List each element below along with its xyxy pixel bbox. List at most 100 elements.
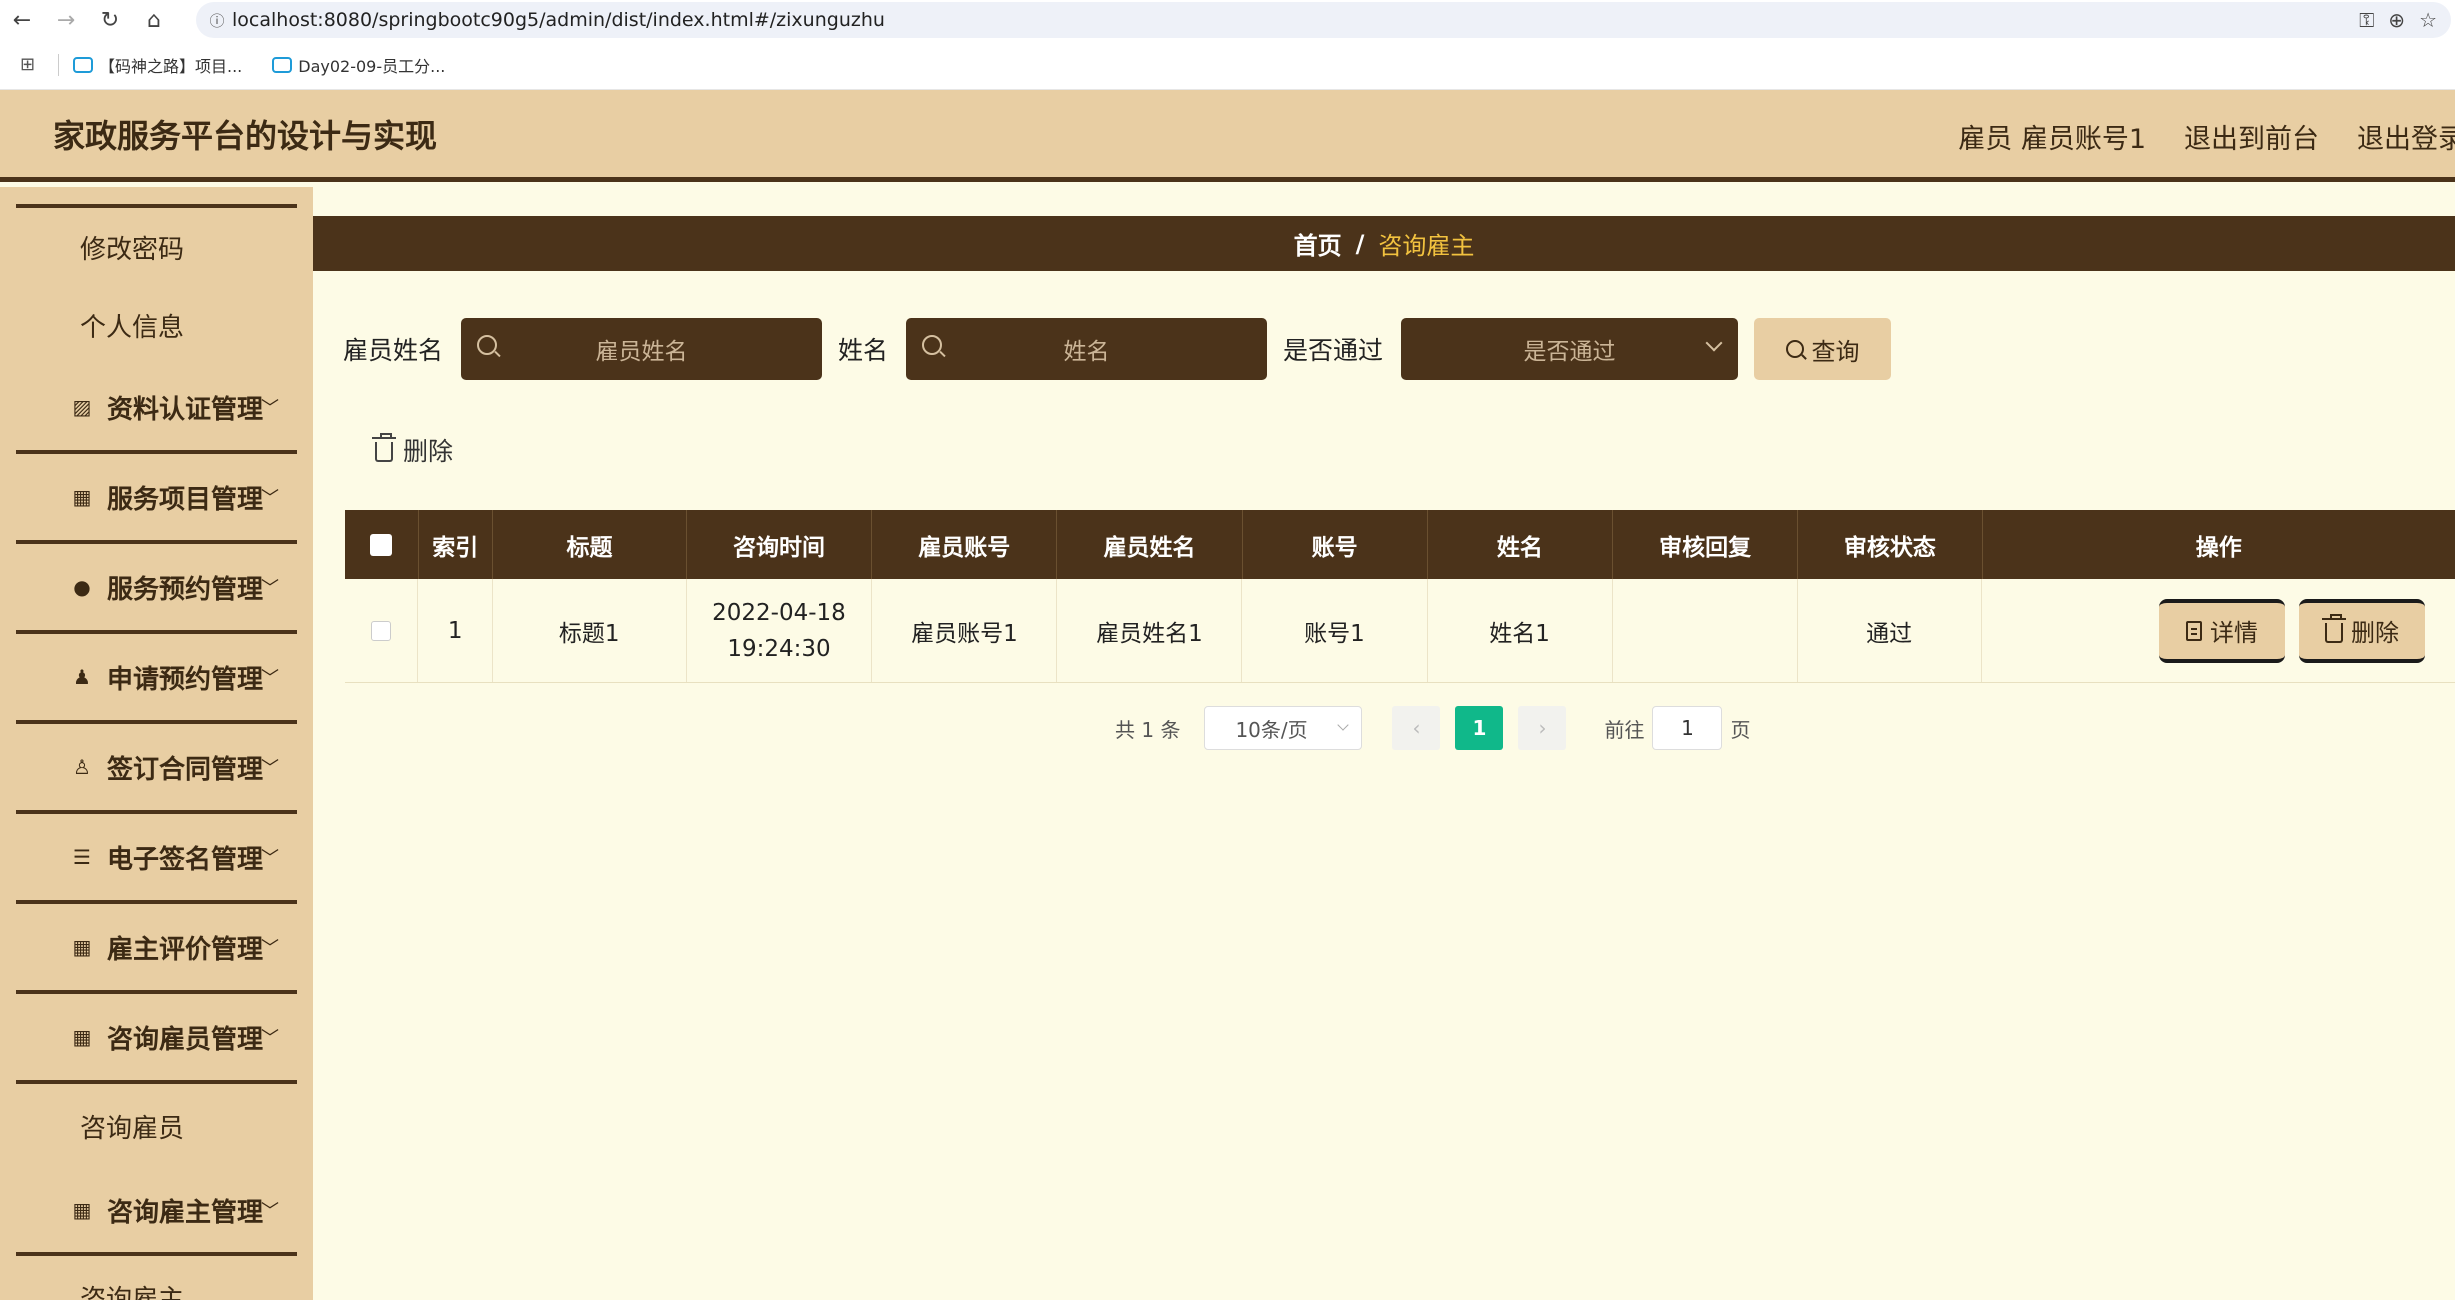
bookmark-item[interactable]: 【码神之路】项目... — [73, 53, 242, 77]
search-icon — [477, 335, 498, 355]
sidebar-menu-e-signature[interactable]: ☰ 电子签名管理 ﹀ — [16, 814, 297, 904]
app-title: 家政服务平台的设计与实现 — [53, 116, 438, 155]
sidebar-menu-service-items[interactable]: ▦ 服务项目管理 ﹀ — [16, 454, 297, 544]
search-icon — [922, 335, 943, 355]
table-header: 索引 标题 咨询时间 雇员账号 雇员姓名 账号 姓名 审核回复 审核状态 操作 — [345, 510, 2455, 579]
grid-icon: ▦ — [72, 1025, 92, 1049]
person-icon: ♟ — [73, 665, 91, 689]
url-text: localhost:8080/springbootc90g5/admin/dis… — [232, 9, 885, 31]
user-icon: ♙ — [73, 755, 91, 779]
logout-link[interactable]: 退出登录 — [2357, 117, 2455, 156]
back-icon[interactable]: ← — [0, 0, 44, 40]
chevron-down-icon: ﹀ — [261, 398, 279, 419]
sliders-icon: ☰ — [73, 845, 91, 869]
col-time: 咨询时间 — [687, 510, 873, 579]
batch-delete-button[interactable]: 删除 — [372, 432, 453, 468]
name-label: 姓名 — [838, 336, 889, 365]
cell-time: 2022-04-18 19:24:30 — [687, 579, 873, 682]
search-icon — [1785, 340, 1804, 358]
total-count: 共 1 条 — [1115, 717, 1181, 742]
sidebar-menu-employer-review[interactable]: ▦ 雇主评价管理 ﹀ — [16, 904, 297, 994]
col-status: 审核状态 — [1798, 510, 1983, 579]
chevron-down-icon: ﹀ — [261, 848, 279, 869]
chevron-down-icon: ﹀ — [261, 1201, 279, 1222]
chevron-down-icon: ﹀ — [261, 488, 279, 509]
col-emp-name: 雇员姓名 — [1057, 510, 1243, 579]
bookmark-item[interactable]: Day02-09-员工分... — [272, 53, 445, 77]
name-input[interactable]: 姓名 — [906, 318, 1268, 380]
row-checkbox[interactable] — [371, 620, 392, 641]
breadcrumb-home[interactable]: 首页 — [1294, 226, 1342, 261]
employee-name-input[interactable]: 雇员姓名 — [461, 318, 823, 380]
zoom-icon[interactable]: ⊕ — [2388, 8, 2405, 32]
home-icon[interactable]: ⌂ — [132, 0, 176, 40]
col-title: 标题 — [493, 510, 687, 579]
approved-label: 是否通过 — [1283, 336, 1384, 365]
main-content: 首页 / 咨询雇主 雇员姓名 雇员姓名 姓名 姓名 是否通过 是否通过 查询 删… — [313, 187, 2455, 1300]
chart-icon: ▨ — [72, 395, 92, 419]
sidebar-menu-apply-booking[interactable]: ♟ 申请预约管理 ﹀ — [16, 634, 297, 724]
detail-button[interactable]: 详情 — [2158, 598, 2285, 663]
cell-account: 账号1 — [1242, 579, 1428, 682]
page-size-select[interactable]: 10条/页 — [1204, 706, 1363, 750]
sidebar-menu-consult-employee[interactable]: ▦ 咨询雇员管理 ﹀ — [16, 994, 297, 1084]
cell-emp-account: 雇员账号1 — [872, 579, 1058, 682]
sidebar-item-consult-employer[interactable]: 咨询雇主 — [0, 1256, 313, 1300]
cell-title: 标题1 — [493, 579, 687, 682]
table-row: 1 标题1 2022-04-18 19:24:30 雇员账号1 雇员姓名1 账号… — [345, 579, 2455, 683]
col-actions: 操作 — [2195, 534, 2242, 561]
chevron-down-icon — [1705, 334, 1723, 352]
col-index: 索引 — [419, 510, 494, 579]
apps-grid-icon[interactable]: ⊞ — [20, 54, 50, 75]
col-reply: 审核回复 — [1613, 510, 1799, 579]
bookmarks-bar: ⊞ 【码神之路】项目... Day02-09-员工分... — [0, 40, 2455, 90]
row-delete-button[interactable]: 删除 — [2298, 598, 2425, 663]
sidebar-item-consult-employee[interactable]: 咨询雇员 — [0, 1084, 313, 1168]
address-bar[interactable]: ⓘ localhost:8080/springbootc90g5/admin/d… — [196, 2, 2451, 38]
sidebar-menu-consult-employer[interactable]: ▦ 咨询雇主管理 ﹀ — [16, 1168, 297, 1256]
sidebar-item-change-password[interactable]: 修改密码 — [0, 208, 313, 286]
bulb-icon: ● — [73, 575, 91, 599]
search-form: 雇员姓名 雇员姓名 姓名 姓名 是否通过 是否通过 查询 — [343, 318, 1892, 380]
select-all-checkbox[interactable] — [370, 533, 393, 556]
trash-icon — [372, 433, 396, 462]
browser-toolbar: ← → ↻ ⌂ ⓘ localhost:8080/springbootc90g5… — [0, 0, 2455, 40]
sidebar-menu-qualification[interactable]: ▨ 资料认证管理 ﹀ — [16, 364, 297, 454]
app-header: 家政服务平台的设计与实现 雇员 雇员账号1 退出到前台 退出登录 — [0, 90, 2455, 182]
prev-page-icon[interactable]: ‹ — [1392, 706, 1441, 750]
bookmark-star-icon[interactable]: ☆ — [2419, 8, 2437, 32]
next-page-icon[interactable]: › — [1518, 706, 1567, 750]
sidebar-item-profile[interactable]: 个人信息 — [0, 286, 313, 364]
grid-icon: ▦ — [72, 485, 92, 509]
page-number-active[interactable]: 1 — [1455, 706, 1504, 750]
sidebar-menu-service-booking[interactable]: ● 服务预约管理 ﹀ — [16, 544, 297, 634]
chevron-down-icon — [1337, 719, 1350, 731]
breadcrumb-current: 咨询雇主 — [1378, 232, 1475, 260]
password-key-icon[interactable]: ⚿ — [2359, 8, 2374, 32]
cell-reply — [1613, 579, 1798, 682]
exit-to-front-link[interactable]: 退出到前台 — [2184, 117, 2319, 156]
approved-select[interactable]: 是否通过 — [1401, 318, 1739, 380]
goto-page-input[interactable]: 1 — [1652, 706, 1723, 750]
chevron-down-icon: ﹀ — [261, 1028, 279, 1049]
col-emp-account: 雇员账号 — [872, 510, 1058, 579]
query-button[interactable]: 查询 — [1754, 318, 1892, 380]
bilibili-icon — [73, 56, 93, 73]
grid-icon: ▦ — [72, 1198, 92, 1222]
chevron-down-icon: ﹀ — [261, 578, 279, 599]
trash-icon — [2321, 613, 2346, 643]
cell-name: 姓名1 — [1428, 579, 1613, 682]
chevron-down-icon: ﹀ — [261, 758, 279, 779]
reload-icon[interactable]: ↻ — [88, 0, 132, 40]
sidebar-menu-contract[interactable]: ♙ 签订合同管理 ﹀ — [16, 724, 297, 814]
employee-name-label: 雇员姓名 — [343, 336, 444, 365]
data-table: 索引 标题 咨询时间 雇员账号 雇员姓名 账号 姓名 审核回复 审核状态 操作 … — [345, 510, 2455, 683]
cell-status: 通过 — [1798, 579, 1982, 682]
site-info-icon[interactable]: ⓘ — [202, 10, 232, 31]
page-unit-label: 页 — [1730, 717, 1751, 742]
breadcrumb: 首页 / 咨询雇主 — [313, 216, 2455, 271]
document-icon — [2185, 620, 2202, 641]
goto-label: 前往 — [1604, 717, 1645, 742]
forward-icon[interactable]: → — [44, 0, 88, 40]
pagination: 共 1 条 10条/页 ‹ 1 › 前往 1 页 — [1115, 706, 1750, 750]
